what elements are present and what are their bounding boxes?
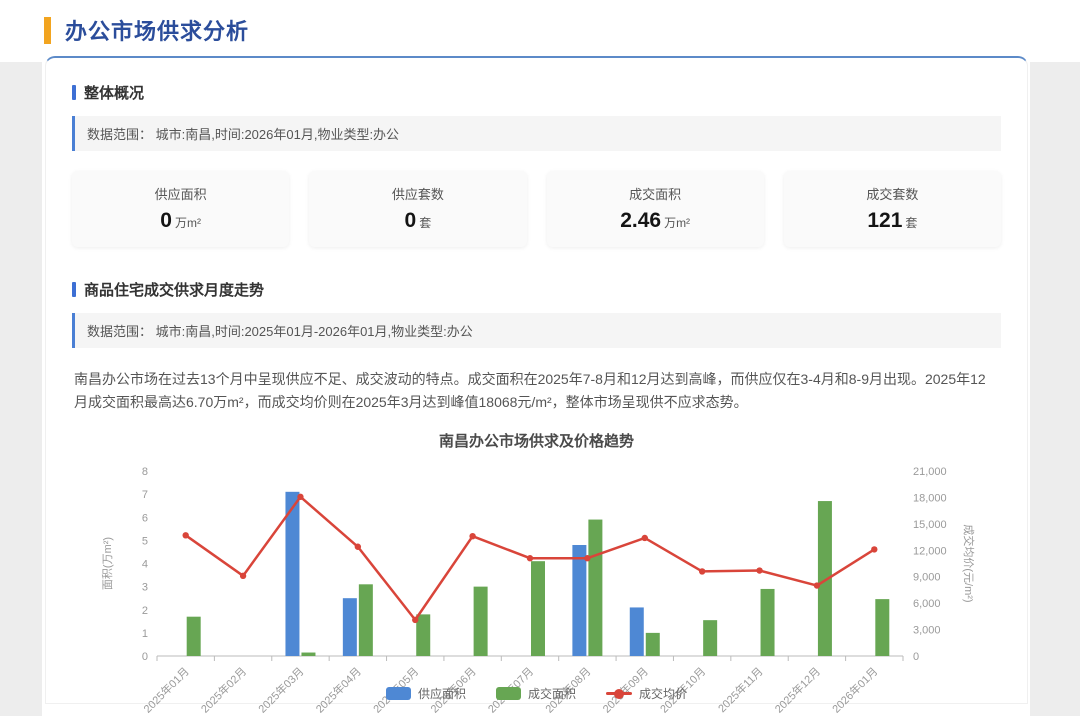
svg-text:0: 0: [141, 651, 147, 663]
stat-label: 成交面积: [629, 187, 682, 202]
stat-card-supply-area: 供应面积 0 万m²: [72, 171, 290, 247]
page-header: 办公市场供求分析: [42, 0, 1030, 48]
report-sheet: 办公市场供求分析 整体概况 数据范围： 城市:南昌,时间:2026年01月,物业…: [42, 0, 1030, 716]
stat-label: 供应面积: [154, 187, 207, 202]
trend-section-head: 商品住宅成交供求月度走势: [72, 279, 1001, 300]
svg-text:15,000: 15,000: [913, 519, 947, 531]
analysis-card: 整体概况 数据范围： 城市:南昌,时间:2026年01月,物业类型:办公 供应面…: [45, 56, 1028, 716]
trend-chart-block: 南昌办公市场供求及价格趋势 0 1 2 3 4 5 6 7 8 0 3,000 6,000 9,000 1…: [95, 430, 979, 716]
legend-item-supply-area[interactable]: 供应面积: [385, 685, 466, 702]
stat-value: 0套: [404, 209, 432, 232]
stat-card-supply-units: 供应套数 0套: [309, 171, 527, 247]
svg-text:面积(万m²): 面积(万m²): [101, 537, 114, 590]
section-accent-bar: [72, 282, 76, 297]
trend-heading: 商品住宅成交供求月度走势: [84, 282, 265, 299]
legend-marker-bar-blue: [385, 687, 411, 701]
chart-title: 南昌办公市场供求及价格趋势: [438, 433, 634, 451]
svg-text:0: 0: [913, 651, 919, 663]
stat-value: 2.46 万m²: [620, 209, 691, 232]
stat-label: 成交套数: [866, 187, 919, 202]
legend-label: 成交均价: [639, 687, 688, 702]
svg-text:12,000: 12,000: [913, 545, 947, 557]
stat-label: 供应套数: [391, 187, 444, 202]
overview-section-head: 整体概况: [72, 82, 1001, 103]
stat-unit: 万m²: [174, 216, 201, 230]
svg-text:6: 6: [141, 512, 147, 524]
svg-text:3: 3: [141, 582, 147, 594]
svg-text:18,000: 18,000: [913, 493, 947, 505]
svg-text:21,000: 21,000: [913, 466, 947, 478]
stat-card-deal-units: 成交套数 121 套: [783, 171, 1001, 247]
legend-label: 成交面积: [527, 687, 576, 702]
overview-data-range: 数据范围： 城市:南昌,时间:2026年01月,物业类型:办公: [72, 116, 1001, 151]
title-accent-bar: [44, 16, 51, 44]
page-title: 办公市场供求分析: [65, 19, 250, 44]
legend-marker-bar-green: [495, 687, 521, 701]
legend-marker-line-red: [606, 687, 632, 700]
svg-text:7: 7: [141, 489, 147, 501]
trend-summary: 南昌办公市场在过去13个月中呈现供应不足、成交波动的特点。成交面积在2025年7…: [74, 371, 986, 411]
stat-card-deal-area: 成交面积 2.46 万m²: [546, 171, 764, 247]
trend-data-range: 数据范围： 城市:南昌,时间:2025年01月-2026年01月,物业类型:办公: [72, 313, 1001, 348]
svg-text:8: 8: [141, 466, 147, 478]
stat-value: 121 套: [867, 209, 918, 232]
stat-unit: 套: [419, 216, 432, 230]
legend-item-avg-price[interactable]: 成交均价: [606, 685, 687, 702]
svg-text:5: 5: [141, 536, 147, 548]
legend-label: 供应面积: [417, 687, 466, 702]
svg-text:4: 4: [141, 559, 147, 571]
svg-text:2: 2: [141, 605, 147, 617]
svg-text:9,000: 9,000: [913, 572, 941, 584]
chart-canvas-wrap: 0 1 2 3 4 5 6 7 8 0 3,000 6,000 9,000 12,000 15,000 18,…: [95, 457, 979, 716]
stat-unit: 套: [905, 216, 918, 230]
overview-heading: 整体概况: [84, 85, 145, 102]
stat-value: 0 万m²: [160, 209, 201, 232]
svg-text:成交均价(元/m²): 成交均价(元/m²): [962, 525, 976, 603]
stat-unit: 万m²: [664, 216, 691, 230]
chart-legend: 供应面积 成交面积 成交均价: [95, 685, 979, 702]
section-accent-bar: [72, 85, 76, 100]
svg-text:3,000: 3,000: [913, 625, 941, 637]
svg-text:6,000: 6,000: [913, 598, 941, 610]
svg-text:1: 1: [141, 628, 147, 640]
legend-item-deal-area[interactable]: 成交面积: [495, 685, 576, 702]
overview-stats-row: 供应面积 0 万m² 供应套数 0套 成交面积 2.46 万m² 成交套数 121 套: [72, 171, 1001, 247]
supply-demand-price-chart[interactable]: 0 1 2 3 4 5 6 7 8 0 3,000 6,000 9,000 12,000 15,000 18,…: [95, 457, 979, 716]
